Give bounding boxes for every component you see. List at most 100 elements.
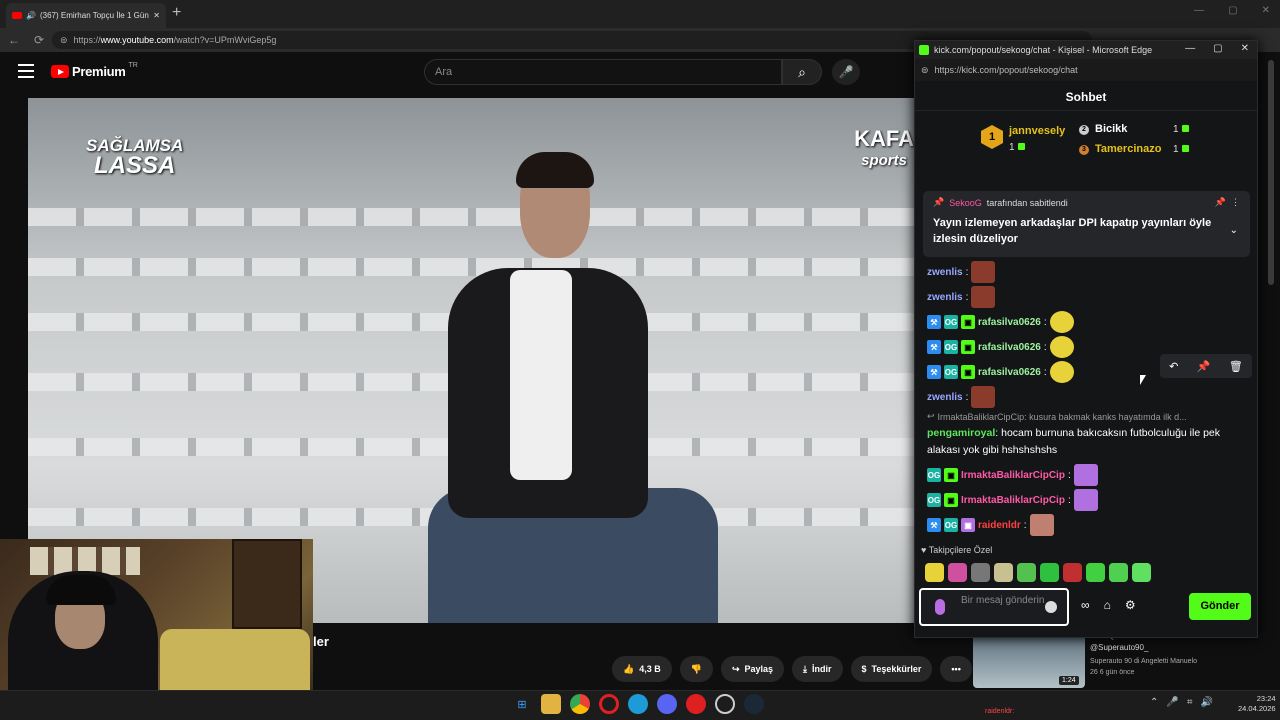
close-tab-icon[interactable]: ✕ — [153, 11, 160, 20]
popout-title-bar: kick.com/popout/sekoog/chat - Kişisel - … — [915, 41, 1257, 59]
leader-name[interactable]: Bicikk — [1095, 123, 1127, 135]
send-button[interactable]: Gönder — [1189, 593, 1251, 620]
download-button[interactable]: ⤓ İndir — [792, 656, 843, 682]
back-icon[interactable]: ← — [8, 33, 26, 47]
search-input[interactable]: Ara — [424, 59, 782, 85]
unpin-icon[interactable]: 📌 — [1215, 197, 1226, 208]
pinned-message[interactable]: 📌 SekooG tarafından sabitlendi 📌 ⋮ Yayın… — [923, 191, 1250, 257]
steam-icon[interactable] — [744, 694, 764, 714]
thanks-button[interactable]: $ Teşekkürler — [850, 656, 933, 682]
close-icon[interactable]: ✕ — [1241, 43, 1249, 54]
site-info-icon[interactable]: ⊜ — [60, 35, 68, 46]
chat-username[interactable]: zwenlis — [927, 392, 963, 403]
gift-icon[interactable]: ⌂ — [1104, 598, 1111, 612]
minimize-icon[interactable]: — — [1194, 5, 1204, 16]
emote-icon[interactable] — [1040, 563, 1059, 582]
reply-icon[interactable]: ↶ — [1169, 360, 1178, 373]
activity-icon[interactable]: ∞ — [1081, 598, 1090, 612]
clock-date: 24.04.2026 — [1238, 704, 1276, 713]
gift-badge-icon: ▣ — [944, 468, 958, 482]
mic-icon[interactable] — [935, 599, 945, 615]
emote-icon[interactable] — [948, 563, 967, 582]
chrome-icon[interactable] — [570, 694, 590, 714]
moderator-badge-icon: ⚒ — [927, 518, 941, 532]
leader-name[interactable]: jannvesely — [1009, 125, 1065, 137]
opera-icon[interactable] — [599, 694, 619, 714]
reply-preview[interactable]: ↩ IrmaktaBaliklarCipCip: kusura bakmak k… — [927, 411, 1187, 422]
emote-icon[interactable] — [925, 563, 944, 582]
chat-message: OG ▣ IrmaktaBaliklarCipCip: — [927, 489, 1098, 511]
browser-tab[interactable]: 🔊 (367) Emirhan Topçu İle 1 Gün ✕ — [6, 3, 166, 28]
maximize-icon[interactable]: ▢ — [1213, 43, 1222, 54]
emoji-icon[interactable] — [1045, 601, 1057, 613]
reply-text: IrmaktaBaliklarCipCip: kusura bakmak kan… — [937, 411, 1187, 422]
minimize-icon[interactable]: — — [1185, 43, 1195, 54]
chat-username[interactable]: rafasilva0626 — [978, 342, 1041, 353]
scrollbar[interactable] — [1268, 60, 1274, 285]
new-tab-button[interactable]: + — [172, 4, 181, 22]
recommended-channel: Superauto 90 di Angeletti Manuelo — [1090, 658, 1198, 665]
system-clock[interactable]: 23:24 24.04.2026 — [1238, 694, 1276, 714]
og-badge-icon: OG — [944, 518, 958, 532]
mic-icon[interactable]: 🎤 — [1166, 697, 1178, 708]
file-explorer-icon[interactable] — [541, 694, 561, 714]
search-icon[interactable]: ⌕ — [782, 59, 822, 85]
emote-icon[interactable] — [1086, 563, 1105, 582]
leader-name[interactable]: Tamercinazo — [1095, 143, 1161, 155]
chevron-up-icon[interactable]: ⌃ — [1150, 697, 1158, 708]
delete-icon[interactable]: 🗑 — [1229, 360, 1243, 373]
emote-icon[interactable] — [994, 563, 1013, 582]
chat-username[interactable]: rafasilva0626 — [978, 317, 1041, 328]
more-options-icon[interactable]: ⋮ — [1231, 197, 1240, 208]
pin-icon[interactable]: 📌 — [1197, 360, 1211, 373]
volume-icon[interactable]: 🔊 — [1200, 697, 1212, 708]
og-badge-icon: OG — [927, 468, 941, 482]
chat-username[interactable]: zwenlis — [927, 267, 963, 278]
like-button[interactable]: 👍 4,3 B — [612, 656, 672, 682]
chat-username[interactable]: IrmaktaBaliklarCipCip — [961, 470, 1065, 481]
tab-title: (367) Emirhan Topçu İle 1 Gün — [39, 11, 149, 20]
emote-icon[interactable] — [1109, 563, 1128, 582]
emote-icon — [1049, 336, 1074, 358]
channel-logo-line1: KAFA — [854, 126, 914, 151]
pinned-by-user[interactable]: SekooG — [949, 198, 982, 208]
close-icon[interactable]: ✕ — [1262, 5, 1270, 16]
network-icon[interactable]: ⌗ — [1187, 697, 1193, 708]
windows-start-icon[interactable]: ⊞ — [512, 694, 532, 714]
chat-username[interactable]: IrmaktaBaliklarCipCip — [961, 495, 1065, 506]
gift-icon — [1017, 143, 1025, 150]
pinned-by-line: 📌 SekooG tarafından sabitlendi 📌 ⋮ — [933, 197, 1240, 208]
download-label: İndir — [812, 664, 832, 674]
share-button[interactable]: ↪ Paylaş — [720, 656, 785, 682]
video-actions: 👍 4,3 B 👎 ↪ Paylaş ⤓ İndir $ Teşekkürler ••• — [612, 656, 972, 682]
leader-count: 1 — [1173, 124, 1189, 135]
mic-icon[interactable]: 🎤 — [832, 59, 860, 85]
og-badge-icon: OG — [944, 315, 958, 329]
gear-icon[interactable]: ⚙ — [1125, 598, 1136, 612]
chat-username[interactable]: rafasilva0626 — [978, 367, 1041, 378]
maximize-icon[interactable]: ▢ — [1228, 5, 1237, 16]
chat-username[interactable]: zwenlis — [927, 292, 963, 303]
expand-chevron-icon[interactable]: ⌄ — [1230, 225, 1238, 236]
chat-message-input[interactable]: Bir mesaj gönderin — [919, 588, 1069, 626]
speaker-icon[interactable]: 🔊 — [26, 11, 36, 20]
popout-address-bar[interactable]: ⊜ https://kick.com/popout/sekoog/chat — [915, 59, 1257, 81]
edge-icon[interactable] — [628, 694, 648, 714]
emote-icon[interactable] — [1063, 563, 1082, 582]
refresh-icon[interactable]: ⟳ — [34, 33, 52, 47]
emote-icon[interactable] — [1017, 563, 1036, 582]
sub-badge-icon: ▣ — [961, 518, 975, 532]
gift-icon — [1181, 125, 1189, 132]
app-icon[interactable] — [715, 694, 735, 714]
media-player-icon[interactable] — [686, 694, 706, 714]
emote-icon[interactable] — [971, 563, 990, 582]
emote-icon[interactable] — [1132, 563, 1151, 582]
chat-username[interactable]: pengamiroyal — [927, 427, 995, 439]
more-button[interactable]: ••• — [940, 656, 972, 682]
emote-icon — [1073, 489, 1098, 511]
hamburger-menu-icon[interactable] — [18, 64, 34, 78]
discord-icon[interactable] — [657, 694, 677, 714]
dislike-button[interactable]: 👎 — [679, 656, 713, 682]
chat-username[interactable]: raidenldr — [978, 520, 1021, 531]
youtube-logo[interactable]: Premium TR — [51, 62, 138, 79]
